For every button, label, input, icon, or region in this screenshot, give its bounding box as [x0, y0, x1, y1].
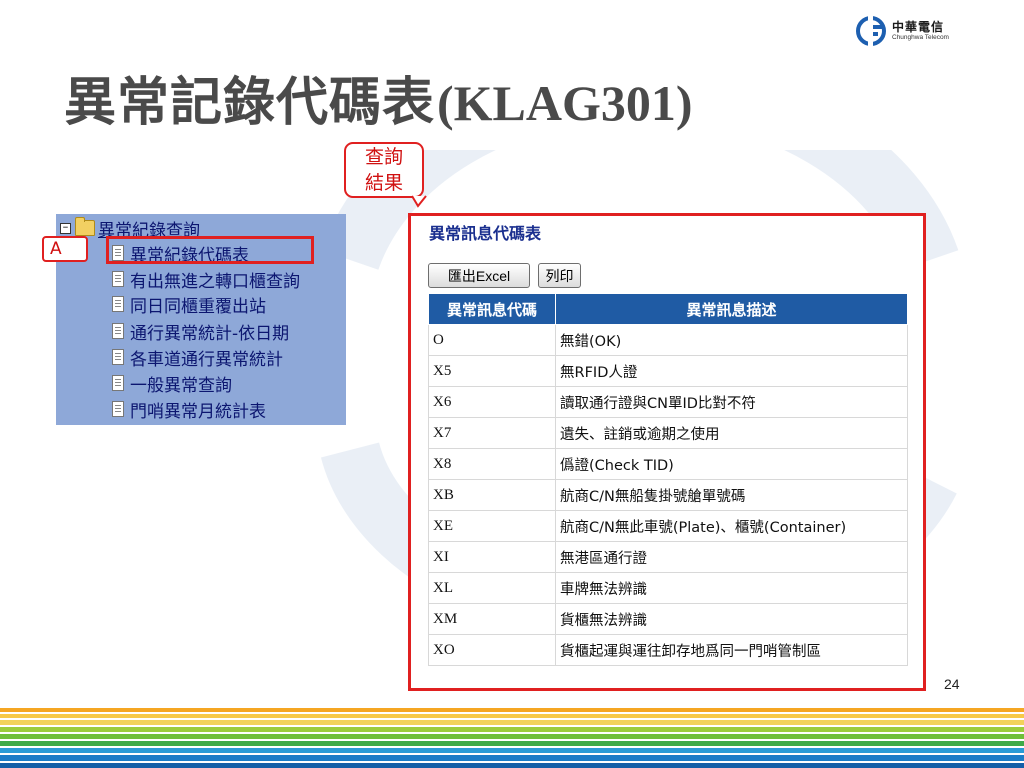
print-button[interactable]: 列印 [538, 263, 581, 288]
document-icon [112, 401, 124, 417]
code-cell: X8 [428, 448, 556, 480]
tree-item-gate-monthly-stats[interactable]: 門哨異常月統計表 [112, 398, 266, 422]
column-header-description: 異常訊息描述 [555, 293, 908, 325]
code-cell: X6 [428, 386, 556, 418]
code-cell: X5 [428, 355, 556, 387]
collapse-icon[interactable]: − [60, 222, 71, 234]
description-cell: 航商C/N無此車號(Plate)、櫃號(Container) [555, 510, 908, 542]
table-row: XB 航商C/N無船隻掛號艙單號碼 [428, 479, 908, 511]
tree-item-label: 門哨異常月統計表 [130, 401, 266, 422]
query-results-panel: 異常訊息代碼表 匯出Excel 列印 異常訊息代碼 異常訊息描述 O 無錯(OK)… [408, 213, 926, 691]
code-cell: XB [428, 479, 556, 511]
table-row: XL 車牌無法辨識 [428, 572, 908, 604]
results-title: 異常訊息代碼表 [429, 224, 542, 243]
footer-stripes [0, 708, 1024, 768]
description-cell: 車牌無法辨識 [555, 572, 908, 604]
anomaly-code-table: 異常訊息代碼 異常訊息描述 O 無錯(OK) X5 無RFID人證 X6 讀取通行證與CN… [428, 293, 908, 666]
description-cell: 無錯(OK) [555, 324, 908, 356]
tree-item-general-anomaly-query[interactable]: 一般異常查詢 [112, 372, 232, 396]
description-cell: 讀取通行證與CN單ID比對不符 [555, 386, 908, 418]
code-cell: XI [428, 541, 556, 573]
document-icon [112, 271, 124, 287]
table-row: X6 讀取通行證與CN單ID比對不符 [428, 386, 908, 418]
annotation-label-a: A [42, 236, 88, 262]
table-row: XO 貨櫃起運與運往卸存地爲同一門哨管制區 [428, 634, 908, 666]
tree-item-transit-container-query[interactable]: 有出無進之轉口櫃查詢 [112, 268, 300, 292]
table-row: X8 僞證(Check TID) [428, 448, 908, 480]
table-header-row: 異常訊息代碼 異常訊息描述 [428, 293, 908, 325]
tree-item-lane-anomaly-stats[interactable]: 各車道通行異常統計 [112, 346, 283, 370]
selected-item-highlight [106, 236, 314, 264]
document-icon [112, 323, 124, 339]
folder-open-icon [75, 217, 95, 236]
chunghwa-logo-icon [856, 16, 886, 46]
code-cell: XM [428, 603, 556, 635]
table-row: X7 遺失、註銷或逾期之使用 [428, 417, 908, 449]
description-cell: 無RFID人證 [555, 355, 908, 387]
tree-item-label: 一般異常查詢 [130, 375, 232, 396]
code-cell: XE [428, 510, 556, 542]
callout-line-2: 結果 [364, 172, 403, 194]
code-cell: X7 [428, 417, 556, 449]
logo-text-cn: 中華電信 [892, 19, 945, 34]
description-cell: 遺失、註銷或逾期之使用 [555, 417, 908, 449]
document-icon [112, 375, 124, 391]
description-cell: 僞證(Check TID) [555, 448, 908, 480]
chunghwa-logo: 中華電信 Chunghwa Telecom [856, 14, 996, 48]
page-number: 24 [944, 676, 960, 692]
table-row: O 無錯(OK) [428, 324, 908, 356]
query-result-callout: 查詢 結果 [344, 142, 424, 198]
description-cell: 貨櫃無法辨識 [555, 603, 908, 635]
tree-item-label: 通行異常統計-依日期 [130, 323, 290, 344]
table-row: XI 無港區通行證 [428, 541, 908, 573]
description-cell: 航商C/N無船隻掛號艙單號碼 [555, 479, 908, 511]
page-title-text: 異常記錄代碼表 [64, 73, 436, 133]
tree-item-label: 同日同櫃重覆出站 [130, 296, 266, 317]
page-title: 異常記錄代碼表 (KLAG301) [64, 60, 693, 133]
table-row: X5 無RFID人證 [428, 355, 908, 387]
column-header-code: 異常訊息代碼 [428, 293, 556, 325]
tree-item-anomaly-stats-by-date[interactable]: 通行異常統計-依日期 [112, 320, 290, 344]
tree-item-label: 有出無進之轉口櫃查詢 [130, 271, 300, 292]
code-cell: XO [428, 634, 556, 666]
logo-text-en: Chunghwa Telecom [892, 33, 949, 41]
document-icon [112, 349, 124, 365]
document-icon [112, 296, 124, 312]
code-cell: XL [428, 572, 556, 604]
table-row: XM 貨櫃無法辨識 [428, 603, 908, 635]
code-cell: O [428, 324, 556, 356]
description-cell: 無港區通行證 [555, 541, 908, 573]
callout-line-1: 查詢 [364, 146, 403, 168]
page-title-code: (KLAG301) [437, 75, 693, 131]
table-row: XE 航商C/N無此車號(Plate)、櫃號(Container) [428, 510, 908, 542]
tree-item-label: 各車道通行異常統計 [130, 349, 283, 370]
export-excel-button[interactable]: 匯出Excel [428, 263, 530, 288]
description-cell: 貨櫃起運與運往卸存地爲同一門哨管制區 [555, 634, 908, 666]
tree-item-same-day-repeat-exit[interactable]: 同日同櫃重覆出站 [112, 293, 266, 317]
